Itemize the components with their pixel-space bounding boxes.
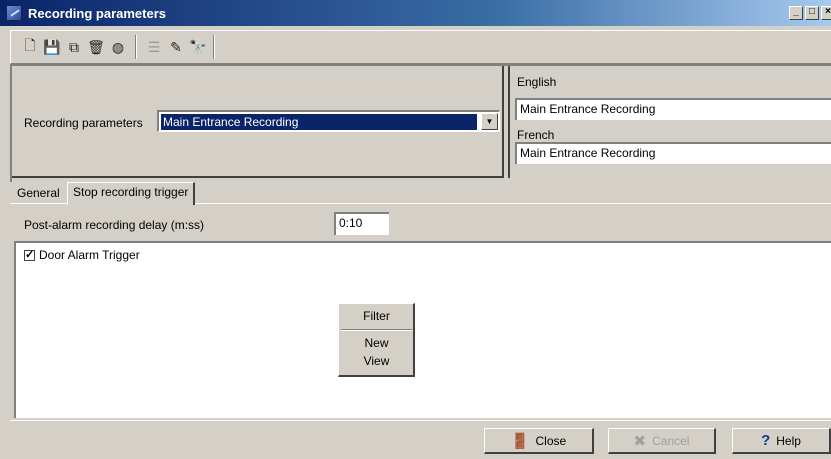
recording-parameters-select[interactable]: Main Entrance Recording ▼ bbox=[157, 110, 500, 132]
toolbar: 🗋 💾 ⧉ 🗑 ◍ ☰ ✎ 🔭 bbox=[10, 30, 831, 64]
record-selector-pane: Recording parameters Main Entrance Recor… bbox=[12, 66, 504, 178]
trigger-label: Door Alarm Trigger bbox=[39, 248, 140, 262]
tab-bar: General Stop recording trigger bbox=[10, 182, 831, 205]
link-icon[interactable]: ✎ bbox=[165, 35, 187, 59]
title-bar[interactable]: Recording parameters _ □ × bbox=[0, 0, 831, 28]
button-bar: 🚪 Close ✖ Cancel ? Help bbox=[10, 420, 831, 459]
help-icon: ? bbox=[761, 432, 771, 449]
trigger-list[interactable]: Door Alarm Trigger bbox=[14, 241, 831, 418]
context-menu: Filter New View bbox=[338, 303, 415, 377]
menu-separator bbox=[341, 329, 412, 331]
menu-item-new[interactable]: New bbox=[339, 336, 414, 351]
maximize-button[interactable]: □ bbox=[805, 6, 819, 20]
toolbar-separator bbox=[213, 35, 215, 59]
recording-parameters-label: Recording parameters bbox=[24, 116, 143, 130]
french-label: French bbox=[517, 128, 555, 142]
clear-icon[interactable]: ◍ bbox=[107, 35, 129, 59]
list-item[interactable]: Door Alarm Trigger bbox=[24, 248, 140, 262]
dropdown-arrow-icon[interactable]: ▼ bbox=[481, 113, 498, 130]
save-icon[interactable]: 💾 bbox=[41, 35, 63, 59]
tab-stop-recording-trigger[interactable]: Stop recording trigger bbox=[67, 182, 196, 205]
cancel-button[interactable]: ✖ Cancel bbox=[608, 428, 716, 454]
menu-item-filter[interactable]: Filter bbox=[339, 309, 414, 324]
help-button[interactable]: ? Help bbox=[732, 428, 831, 454]
cancel-icon: ✖ bbox=[633, 432, 647, 450]
help-button-label: Help bbox=[776, 433, 801, 448]
english-label: English bbox=[517, 75, 557, 89]
copy-icon[interactable]: ⧉ bbox=[63, 35, 85, 59]
door-icon: 🚪 bbox=[510, 432, 530, 450]
english-name-input[interactable]: Main Entrance Recording bbox=[515, 98, 831, 120]
close-button-label: Close bbox=[535, 433, 567, 448]
toolbar-separator bbox=[135, 35, 137, 59]
new-document-icon[interactable]: 🗋 bbox=[19, 35, 41, 59]
checkbox-checked-icon[interactable] bbox=[24, 248, 35, 261]
cancel-button-label: Cancel bbox=[652, 433, 690, 448]
window-title: Recording parameters bbox=[28, 6, 166, 21]
header-panel: Recording parameters Main Entrance Recor… bbox=[10, 64, 831, 182]
menu-item-view[interactable]: View bbox=[339, 354, 414, 369]
minimize-button[interactable]: _ bbox=[789, 6, 803, 20]
app-icon bbox=[6, 5, 22, 21]
post-alarm-delay-label: Post-alarm recording delay (m:ss) bbox=[24, 218, 205, 232]
list-icon[interactable]: ☰ bbox=[143, 35, 165, 59]
find-icon[interactable]: 🔭 bbox=[187, 35, 209, 59]
recording-parameters-value: Main Entrance Recording bbox=[161, 114, 477, 130]
post-alarm-delay-input[interactable]: 0:10 bbox=[334, 212, 389, 235]
french-name-input[interactable]: Main Entrance Recording bbox=[515, 142, 831, 164]
delete-icon[interactable]: 🗑 bbox=[85, 35, 107, 59]
tab-general[interactable]: General bbox=[12, 184, 65, 204]
close-window-button[interactable]: × bbox=[821, 6, 831, 20]
translations-pane: English Main Entrance Recording French M… bbox=[508, 66, 831, 178]
close-button[interactable]: 🚪 Close bbox=[484, 428, 594, 454]
